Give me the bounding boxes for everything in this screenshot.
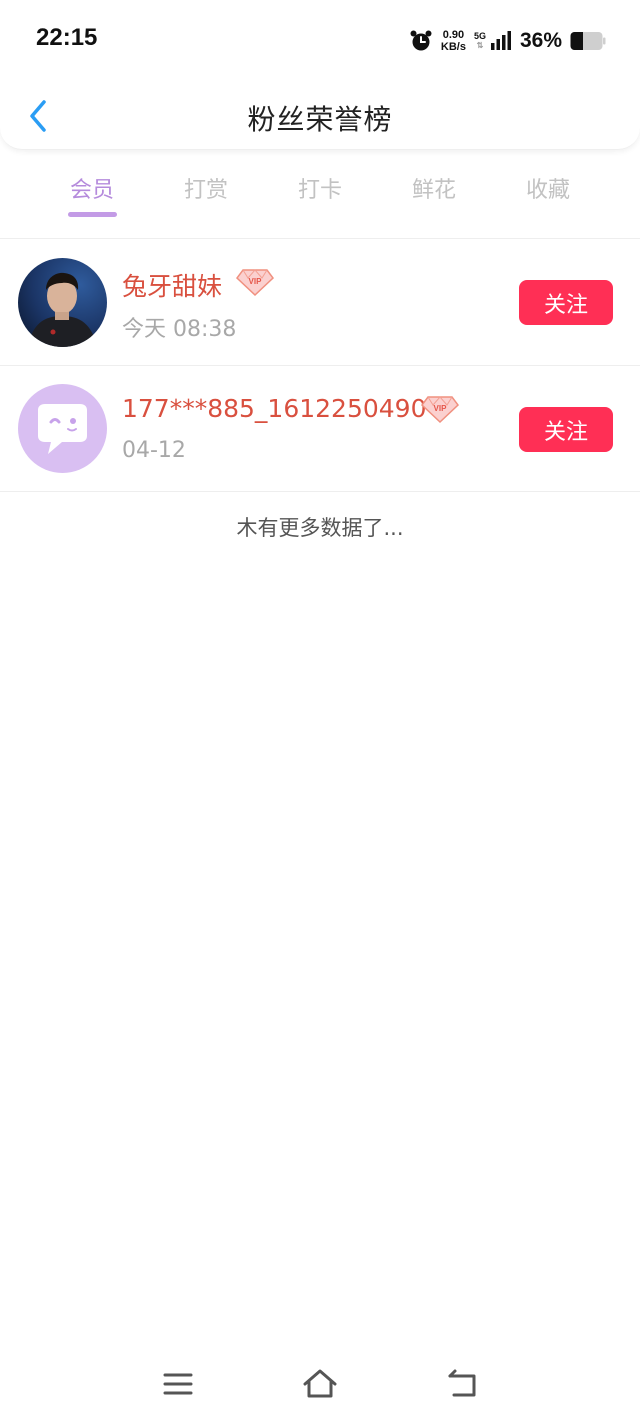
net-speed-value: 0.90 (442, 29, 465, 41)
network-type-label: 5G (473, 31, 486, 41)
home-icon[interactable] (300, 1364, 340, 1404)
divider (0, 491, 640, 492)
list-item[interactable]: 兔牙甜妹 VIP 今天 08:38 关注 (0, 239, 640, 365)
status-indicators: 0.90 KB/s 5G ⇅ 36% (409, 26, 606, 56)
tab-reward[interactable]: 打赏 (166, 172, 246, 204)
follow-button[interactable]: 关注 (519, 280, 613, 325)
photo-avatar (18, 258, 107, 347)
menu-icon[interactable] (158, 1364, 198, 1404)
system-nav-bar (0, 1350, 640, 1422)
follow-button[interactable]: 关注 (519, 407, 613, 452)
battery-percent: 36% (519, 29, 562, 52)
user-time: 今天 08:38 (122, 317, 237, 342)
svg-text:VIP: VIP (249, 277, 263, 286)
avatar[interactable] (18, 384, 107, 473)
vip-badge-icon: VIP (236, 269, 274, 297)
signal-icon (490, 31, 511, 50)
avatar[interactable] (18, 258, 107, 347)
svg-text:VIP: VIP (434, 404, 448, 413)
tab-active-indicator (68, 212, 117, 217)
battery-icon (570, 32, 606, 50)
user-name: 兔牙甜妹 (122, 272, 223, 301)
status-bar: 22:15 0.90 KB/s 5G ⇅ 36% (0, 0, 640, 80)
back-icon[interactable] (442, 1364, 482, 1404)
tab-flowers[interactable]: 鲜花 (394, 172, 474, 204)
user-name: 177***885_1612250490 (122, 394, 427, 423)
net-speed: 0.90 KB/s (441, 29, 466, 53)
default-chat-avatar (18, 384, 107, 473)
page-title: 粉丝荣誉榜 (247, 103, 393, 136)
vip-badge-icon: VIP (421, 396, 459, 424)
alarm-icon (410, 30, 432, 51)
net-speed-unit: KB/s (440, 41, 466, 53)
status-time: 22:15 (36, 24, 98, 51)
tab-checkin[interactable]: 打卡 (280, 172, 360, 204)
no-more-data-text: 木有更多数据了... (236, 516, 404, 540)
list-item[interactable]: 177***885_1612250490 VIP 04-12 关注 (0, 366, 640, 492)
user-time: 04-12 (122, 438, 186, 463)
tab-favorites[interactable]: 收藏 (508, 172, 588, 204)
network-type: 5G ⇅ (473, 31, 486, 50)
tab-member[interactable]: 会员 (52, 172, 132, 204)
